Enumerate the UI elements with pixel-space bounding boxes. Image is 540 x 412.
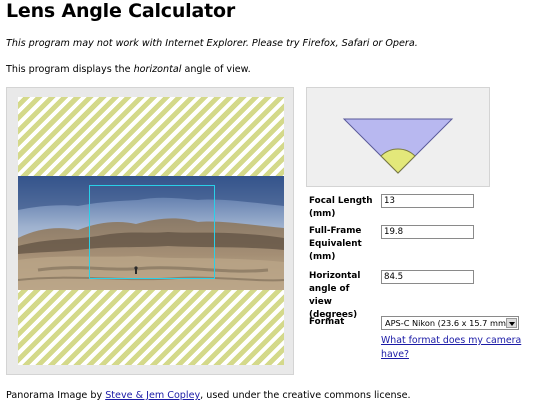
browser-warning: This program may not work with Internet … [6, 38, 418, 49]
full-frame-input[interactable] [381, 225, 474, 239]
horizontal-angle-label: Horizontal angle of view (degrees) [309, 270, 375, 322]
format-label: Format [309, 317, 345, 327]
description-emphasis: horizontal [133, 64, 182, 75]
credit-line: Panorama Image by Steve & Jem Copley, us… [6, 390, 411, 401]
format-help-link[interactable]: What format does my camera have? [381, 335, 521, 360]
focal-length-label-text: Focal Length (mm) [309, 196, 373, 219]
help-link-wrap: What format does my camera have? [381, 334, 531, 362]
horizontal-angle-input[interactable] [381, 270, 474, 284]
author-link[interactable]: Steve & Jem Copley [105, 390, 200, 401]
description-text-end: angle of view. [181, 64, 251, 75]
description: This program displays the horizontal ang… [6, 64, 251, 75]
focal-length-label: Focal Length (mm) [309, 195, 375, 221]
full-frame-label-text: Full-Frame Equivalent (mm) [309, 226, 362, 262]
panorama-panel [6, 87, 294, 375]
view-area-box [89, 185, 215, 279]
focal-length-input[interactable] [381, 194, 474, 208]
format-selected-value: APS-C Nikon (23.6 x 15.7 mm) [385, 318, 510, 328]
full-frame-label: Full-Frame Equivalent (mm) [309, 225, 375, 264]
dropdown-arrow-icon[interactable] [506, 318, 517, 328]
horizontal-angle-label-text: Horizontal angle of view (degrees) [309, 271, 361, 320]
credit-text-start: Panorama Image by [6, 390, 106, 401]
page-title: Lens Angle Calculator [6, 0, 235, 22]
format-select[interactable]: APS-C Nikon (23.6 x 15.7 mm) [381, 316, 519, 330]
description-text-start: This program displays the [6, 64, 134, 75]
credit-text-end: , used under the creative commons licens… [200, 390, 411, 401]
angle-diagram [306, 87, 490, 187]
